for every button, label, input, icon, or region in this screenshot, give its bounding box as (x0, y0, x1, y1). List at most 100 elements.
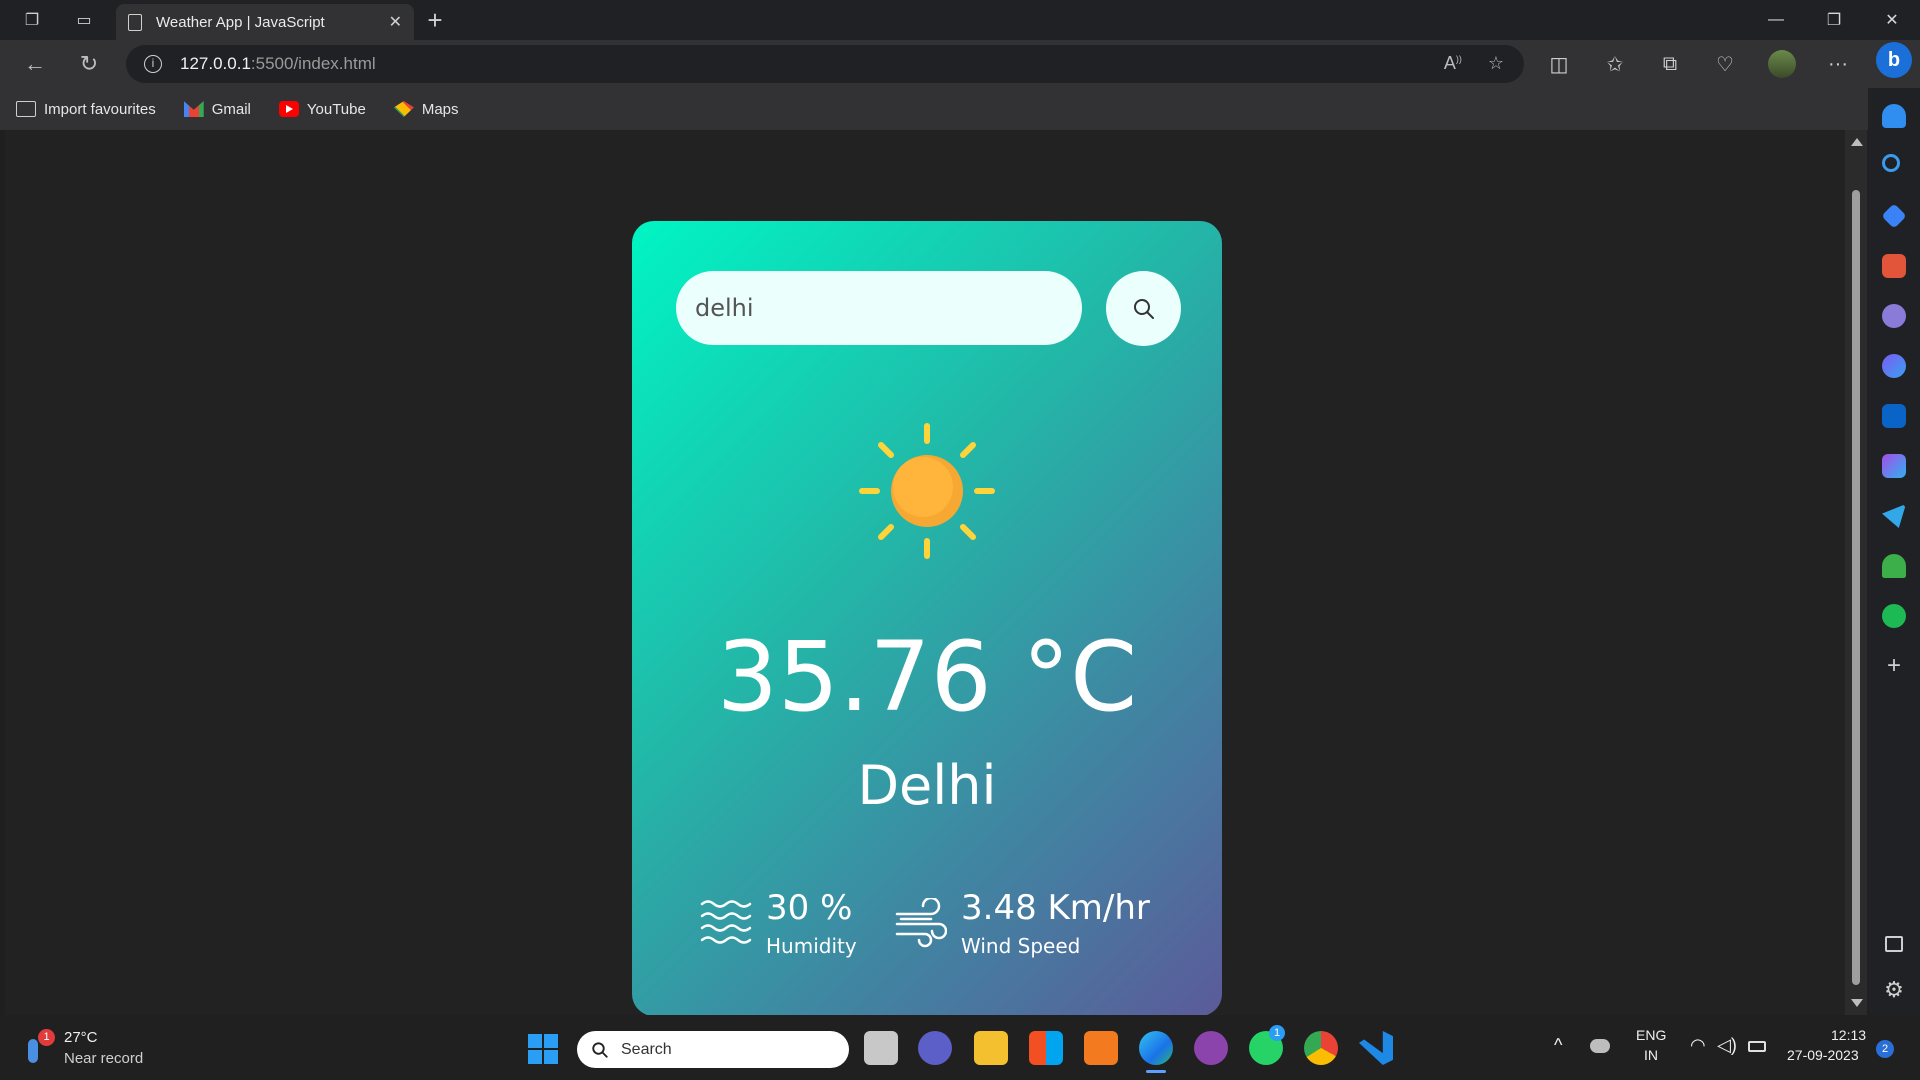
import-icon (16, 101, 36, 117)
taskbar-search-placeholder: Search (621, 1040, 672, 1058)
youtube-icon (278, 101, 299, 117)
bookmark-label: YouTube (306, 100, 366, 118)
favorites-bar: Import favourites Gmail YouTube Maps (0, 88, 1920, 130)
language-code[interactable]: ENG (1636, 1027, 1666, 1043)
games-icon[interactable] (1882, 304, 1906, 328)
workspaces-icon[interactable]: ❐ (16, 6, 48, 34)
edge-browser-icon[interactable] (1139, 1031, 1173, 1065)
bookmark-gmail[interactable]: Gmail (183, 100, 251, 118)
weather-description: Near record (64, 1050, 144, 1067)
search-sidebar-icon[interactable] (1882, 154, 1900, 172)
outlook-icon[interactable] (1882, 404, 1906, 428)
designer-icon[interactable] (1882, 454, 1906, 478)
url-field[interactable]: i 127.0.0.1:5500/index.html A)) ☆ (126, 45, 1524, 83)
chrome-icon[interactable] (1304, 1031, 1338, 1065)
read-aloud-icon[interactable]: A)) (1444, 53, 1462, 74)
back-button[interactable]: ← (18, 48, 52, 80)
page-icon (128, 13, 142, 31)
page-viewport: 35.76 °C Delhi 30 % Humidity (5, 130, 1845, 1015)
refresh-button[interactable]: ↻ (72, 48, 106, 80)
windows-taskbar: 1 27°C Near record Search 1 ^ ENG IN ◠ ◁… (0, 1015, 1920, 1080)
wifi-icon[interactable]: ◠ (1690, 1035, 1706, 1056)
weather-temperature: 27°C (64, 1029, 98, 1046)
search-icon (592, 1041, 608, 1058)
restore-button[interactable]: ❐ (1806, 0, 1862, 40)
wind-icon (895, 898, 947, 948)
bookmark-label: Import favourites (44, 100, 156, 118)
shopping-icon[interactable] (1881, 203, 1907, 229)
wind-speed-value: 3.48 Km/hr (961, 888, 1150, 928)
tree-icon[interactable] (1882, 554, 1906, 578)
active-app-indicator (1146, 1070, 1166, 1073)
humidity-value: 30 % (766, 888, 853, 928)
tab-weather-app[interactable]: Weather App | JavaScript ✕ (116, 4, 414, 40)
whatsapp-badge: 1 (1269, 1025, 1285, 1041)
settings-gear-icon[interactable]: ⚙ (1882, 978, 1906, 1002)
tab-actions-icon[interactable]: ▭ (68, 6, 100, 34)
profile-avatar[interactable] (1764, 48, 1800, 80)
github-desktop-icon[interactable] (1194, 1031, 1228, 1065)
site-info-icon[interactable]: i (144, 55, 162, 73)
bing-copilot-icon[interactable]: b (1876, 42, 1912, 78)
bookmark-label: Gmail (211, 100, 251, 118)
temperature-value: 35.76 °C (716, 621, 1138, 733)
wind-speed-label: Wind Speed (961, 934, 1081, 958)
microsoft-store-icon[interactable] (1029, 1031, 1063, 1065)
gmail-icon (183, 101, 204, 117)
tools-icon[interactable] (1882, 254, 1906, 278)
language-region: IN (1644, 1047, 1658, 1063)
collections-icon[interactable]: ⧉ (1652, 48, 1688, 80)
minimize-button[interactable]: — (1748, 0, 1804, 40)
weather-badge: 1 (38, 1029, 55, 1046)
add-sidebar-app-icon[interactable]: + (1882, 654, 1906, 678)
clock-time[interactable]: 12:13 (1831, 1027, 1866, 1043)
bookmark-youtube[interactable]: YouTube (278, 100, 366, 118)
close-tab-icon[interactable]: ✕ (389, 12, 402, 32)
file-explorer-icon[interactable] (974, 1031, 1008, 1065)
new-tab-button[interactable]: + (420, 5, 450, 35)
office-icon[interactable] (1084, 1031, 1118, 1065)
favorite-star-icon[interactable]: ☆ (1488, 53, 1504, 74)
clock-date: 27-09-2023 (1787, 1047, 1859, 1063)
humidity-label: Humidity (766, 934, 857, 958)
scroll-thumb[interactable] (1852, 190, 1860, 985)
vscode-icon[interactable] (1359, 1031, 1393, 1065)
close-window-button[interactable]: ✕ (1864, 0, 1920, 40)
battery-icon[interactable] (1748, 1041, 1766, 1052)
notification-count-badge[interactable]: 2 (1876, 1040, 1894, 1058)
microsoft-365-icon[interactable] (1882, 354, 1906, 378)
teams-chat-icon[interactable] (918, 1031, 952, 1065)
wind-section: 3.48 Km/hr Wind Speed (895, 886, 1150, 958)
weather-widget-icon[interactable]: 1 (22, 1029, 56, 1065)
scroll-down-arrow[interactable] (1851, 999, 1863, 1007)
page-scrollbar[interactable] (1845, 130, 1867, 1015)
task-view-icon[interactable] (864, 1031, 898, 1065)
volume-icon[interactable]: ◁) (1717, 1035, 1737, 1056)
city-name: Delhi (857, 754, 997, 817)
hide-sidebar-icon[interactable] (1885, 936, 1903, 952)
show-hidden-icons-chevron[interactable]: ^ (1554, 1035, 1562, 1056)
windows-start-icon[interactable] (528, 1034, 558, 1064)
onedrive-error-icon[interactable] (1590, 1039, 1610, 1053)
more-options-icon[interactable]: ··· (1820, 48, 1856, 80)
address-bar: ← ↻ i 127.0.0.1:5500/index.html A)) ☆ ◫ … (0, 40, 1920, 88)
whatsapp-icon[interactable]: 1 (1249, 1025, 1285, 1065)
search-button[interactable] (1106, 271, 1181, 346)
search-icon (1133, 298, 1154, 319)
maps-icon (393, 101, 414, 117)
notifications-icon[interactable] (1882, 104, 1906, 128)
tab-bar: ❐ ▭ Weather App | JavaScript ✕ + — ❐ ✕ (0, 0, 1920, 40)
telegram-icon[interactable] (1882, 504, 1906, 528)
browser-essentials-icon[interactable]: ♡ (1707, 48, 1743, 80)
split-screen-icon[interactable]: ◫ (1541, 48, 1577, 80)
city-search-input[interactable] (676, 271, 1082, 345)
taskbar-search-box[interactable]: Search (577, 1031, 849, 1068)
scroll-up-arrow[interactable] (1851, 138, 1863, 146)
spotify-icon[interactable] (1882, 604, 1906, 628)
favorites-icon[interactable]: ✩ (1597, 48, 1633, 80)
url-path: :5500/index.html (250, 54, 376, 73)
humidity-section: 30 % Humidity (700, 886, 857, 958)
humidity-waves-icon (700, 900, 752, 944)
bookmark-maps[interactable]: Maps (393, 101, 459, 118)
bookmark-import-favourites[interactable]: Import favourites (16, 101, 156, 118)
